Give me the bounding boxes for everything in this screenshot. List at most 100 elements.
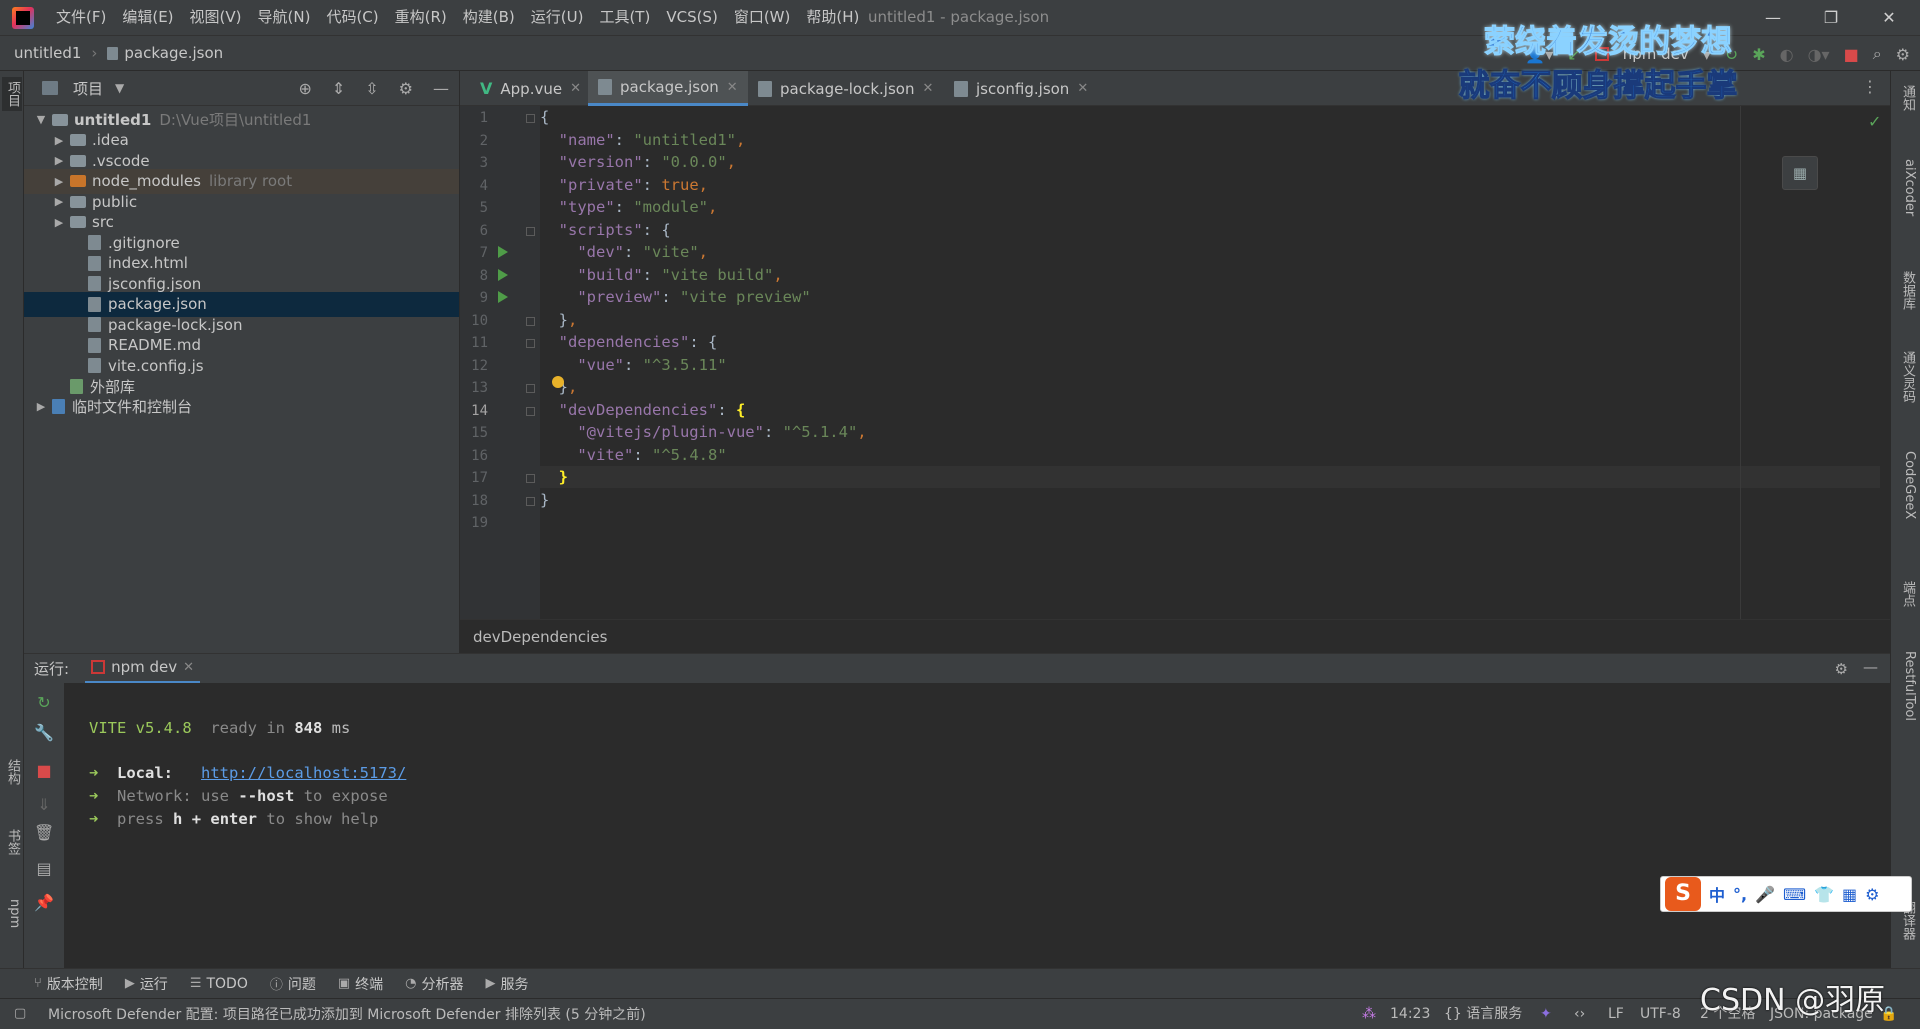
menu-view[interactable]: 视图(V) xyxy=(182,0,250,35)
skin-icon[interactable]: 👕 xyxy=(1814,885,1834,904)
inspection-ok-icon[interactable]: ✓ xyxy=(1868,112,1881,131)
stop-icon[interactable]: ■ xyxy=(1844,45,1859,64)
chevron-right-icon[interactable]: ▶ xyxy=(34,400,48,413)
codegeex-tool-tab[interactable]: CodeGeeX xyxy=(1895,451,1917,519)
tree-item[interactable]: ▶ 临时文件和控制台 xyxy=(24,394,459,419)
menu-code[interactable]: 代码(C) xyxy=(318,0,386,35)
close-tab-icon[interactable]: ✕ xyxy=(1077,81,1088,96)
tool-tab-problems[interactable]: ⓘ 问题 xyxy=(270,974,316,994)
tab-app-vue[interactable]: V App.vue ✕ xyxy=(470,71,591,106)
endpoints-tool-tab[interactable]: 端点 xyxy=(1895,581,1917,607)
code-vision-icon[interactable]: ‹› xyxy=(1574,999,1585,1029)
menu-refactor[interactable]: 重构(R) xyxy=(387,0,455,35)
file-encoding[interactable]: UTF-8 xyxy=(1640,999,1681,1029)
menu-window[interactable]: 窗口(W) xyxy=(726,0,799,35)
notifications-tool-tab[interactable]: 通知 xyxy=(1895,85,1917,111)
settings-icon[interactable]: ⚙ xyxy=(1865,885,1879,904)
run-console[interactable]: VITE v5.4.8 ready in 848 ms ➜ Local: htt… xyxy=(64,683,1890,968)
project-panel-title[interactable]: 项目 xyxy=(73,78,103,99)
breadcrumb-file[interactable]: package.json xyxy=(124,44,223,62)
npm-tool-tab[interactable]: npm xyxy=(2,899,22,928)
fold-marker-icon[interactable] xyxy=(526,406,535,416)
scroll-to-end-icon[interactable]: ⇓ xyxy=(34,795,54,814)
wrench-icon[interactable]: 🔧 xyxy=(34,723,54,742)
tool-tab-profiler[interactable]: ◔ 分析器 xyxy=(405,974,463,994)
tab-jsconfig-json[interactable]: jsconfig.json ✕ xyxy=(944,71,1098,106)
gear-icon[interactable]: ⚙ xyxy=(399,79,413,98)
search-icon[interactable]: ⌕ xyxy=(1873,44,1882,64)
keyboard-icon[interactable]: ⌨ xyxy=(1783,885,1806,904)
chevron-down-icon[interactable]: ▼ xyxy=(34,113,48,126)
tool-tab-services[interactable]: ▶ 服务 xyxy=(486,974,529,994)
language-services[interactable]: {} 语言服务 xyxy=(1444,999,1522,1029)
locate-icon[interactable]: ⊕ xyxy=(298,79,311,98)
run-script-icon[interactable] xyxy=(498,291,508,303)
trash-icon[interactable]: 🗑 xyxy=(34,823,54,842)
aixcoder-tool-tab[interactable]: aiXcoder xyxy=(1895,159,1917,216)
menu-file[interactable]: 文件(F) xyxy=(48,0,114,35)
run-script-icon[interactable] xyxy=(498,269,508,281)
tongyi-tool-tab[interactable]: 通义灵码 xyxy=(1895,351,1917,403)
chevron-right-icon[interactable]: ▶ xyxy=(52,175,66,188)
profile-icon[interactable]: ◑▾ xyxy=(1808,45,1830,64)
bookmarks-tool-tab[interactable]: 书签 xyxy=(2,829,22,855)
layout-icon[interactable]: ▤ xyxy=(34,859,54,878)
ai-assistant-icon[interactable]: ✦ xyxy=(1540,999,1552,1029)
menu-navigate[interactable]: 导航(N) xyxy=(250,0,319,35)
close-tab-icon[interactable]: ✕ xyxy=(922,81,933,96)
menu-tools[interactable]: 工具(T) xyxy=(591,0,658,35)
fold-marker-icon[interactable] xyxy=(526,226,535,236)
local-url-link[interactable]: http://localhost:5173/ xyxy=(201,764,406,782)
toolbox-icon[interactable]: ▦ xyxy=(1842,885,1857,904)
chevron-right-icon[interactable]: ▶ xyxy=(52,195,66,208)
fold-marker-icon[interactable] xyxy=(526,316,535,326)
punctuation-icon[interactable]: °, xyxy=(1733,885,1747,904)
tool-tab-todo[interactable]: ☰ TODO xyxy=(190,976,248,992)
tool-tab-run[interactable]: ▶ 运行 xyxy=(125,974,168,994)
chevron-right-icon[interactable]: ▶ xyxy=(52,216,66,229)
close-tab-icon[interactable]: ✕ xyxy=(570,81,581,96)
chevron-right-icon[interactable]: ▶ xyxy=(52,154,66,167)
close-icon[interactable]: ✕ xyxy=(1860,0,1918,35)
menu-vcs[interactable]: VCS(S) xyxy=(658,0,725,35)
restfultool-tool-tab[interactable]: RestfulTool xyxy=(1895,651,1917,721)
caret-position[interactable]: 14:23 xyxy=(1390,999,1430,1029)
tab-package-lock-json[interactable]: package-lock.json ✕ xyxy=(748,71,943,106)
hide-icon[interactable]: — xyxy=(433,79,449,98)
settings-icon[interactable]: ⚙ xyxy=(1896,45,1910,64)
close-tab-icon[interactable]: ✕ xyxy=(727,80,738,95)
code-breadcrumb[interactable]: devDependencies xyxy=(460,619,1890,653)
menu-run[interactable]: 运行(U) xyxy=(523,0,592,35)
tool-tab-vcs[interactable]: ⑂ 版本控制 xyxy=(34,974,103,994)
fold-marker-icon[interactable] xyxy=(526,339,535,348)
project-tool-tab[interactable]: 项目 xyxy=(2,77,22,111)
fold-marker-icon[interactable] xyxy=(526,496,535,506)
rerun-icon[interactable]: ↻ xyxy=(34,693,54,712)
chevron-right-icon[interactable]: ▶ xyxy=(52,134,66,147)
menu-edit[interactable]: 编辑(E) xyxy=(114,0,181,35)
database-tool-tab[interactable]: 数据库 xyxy=(1895,271,1917,310)
collapse-all-icon[interactable]: ⇳ xyxy=(365,79,378,98)
gear-icon[interactable]: ⚙ xyxy=(1835,660,1848,678)
run-script-icon[interactable] xyxy=(498,246,508,258)
fold-marker-icon[interactable] xyxy=(526,384,535,393)
menu-help[interactable]: 帮助(H) xyxy=(798,0,867,35)
breadcrumb-project[interactable]: untitled1 xyxy=(14,44,81,62)
stop-icon[interactable]: ■ xyxy=(34,761,54,780)
table-view-icon[interactable]: ▦ xyxy=(1782,156,1818,190)
menu-build[interactable]: 构建(B) xyxy=(455,0,523,35)
microphone-icon[interactable]: 🎤 xyxy=(1755,885,1775,904)
chevron-down-icon[interactable]: ▼ xyxy=(115,81,124,95)
close-tab-icon[interactable]: ✕ xyxy=(183,660,194,675)
code-editor[interactable]: 1 2 3 4 5 6 7 8 9 10 11 12 13 14 15 16 17 18 19 { "name": … xyxy=(460,106,1890,619)
fold-marker-icon[interactable] xyxy=(526,474,535,483)
toggle-tool-windows-icon[interactable]: ▢ xyxy=(14,1006,26,1021)
run-tab-npm-dev[interactable]: npm dev ✕ xyxy=(85,654,201,684)
pin-icon[interactable]: 📌 xyxy=(34,893,54,912)
structure-tool-tab[interactable]: 结构 xyxy=(2,759,22,785)
expand-all-icon[interactable]: ⇕ xyxy=(332,79,345,98)
fold-marker-icon[interactable] xyxy=(526,114,535,123)
tab-package-json[interactable]: package.json ✕ xyxy=(588,71,748,106)
coverage-icon[interactable]: ◐ xyxy=(1780,45,1794,64)
more-tabs-icon[interactable]: ⋮ xyxy=(1862,77,1878,96)
